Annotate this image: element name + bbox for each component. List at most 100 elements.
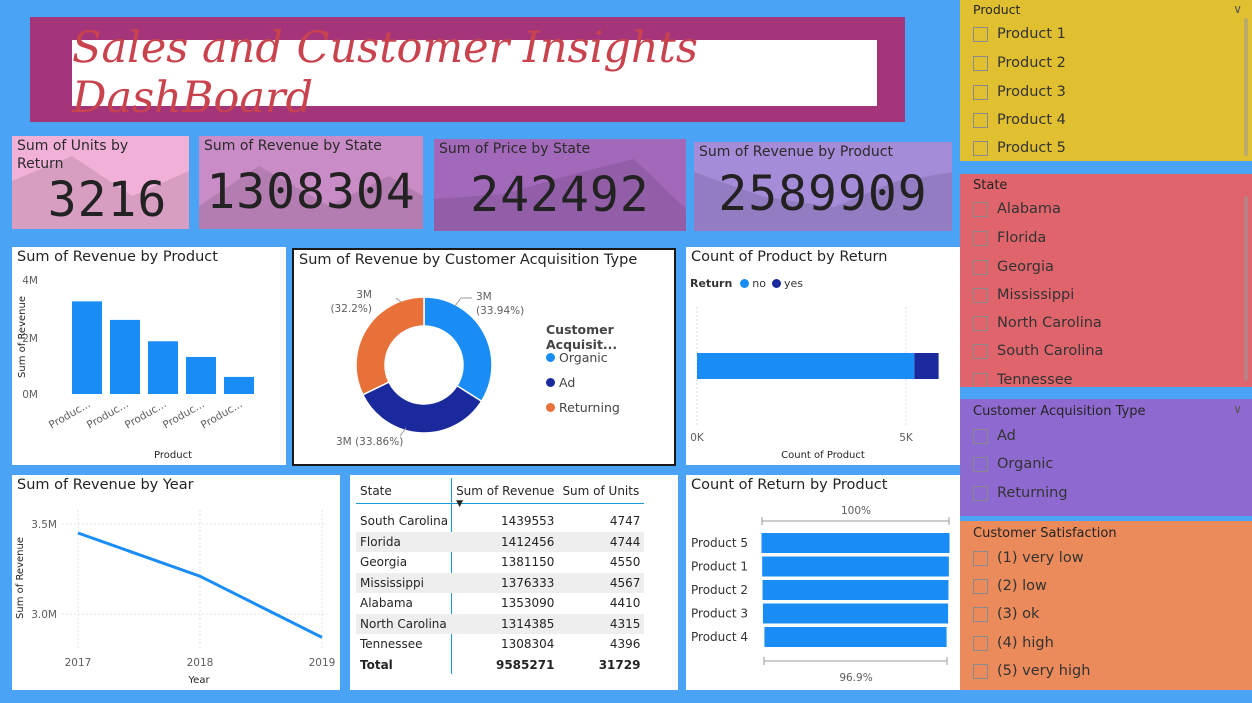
slicer-item-label: (3) ok <box>997 606 1040 622</box>
column-header-units[interactable]: Sum of Units <box>558 479 645 504</box>
checkbox[interactable] <box>973 84 988 100</box>
legend-item[interactable]: Returning <box>546 395 620 420</box>
state-revenue-table[interactable]: State Sum of Revenue ▼ Sum of Units South… <box>350 475 678 690</box>
scrollbar[interactable] <box>1244 18 1248 156</box>
slicer-item-product-2[interactable]: Product 2 <box>973 52 1066 74</box>
checkbox[interactable] <box>973 287 988 303</box>
table-row[interactable]: Florida 1412456 4744 <box>356 531 645 552</box>
revenue-by-year-chart[interactable]: Sum of Revenue by Year 3.5M 3.0M Sum of … <box>12 475 340 690</box>
funnel-bar[interactable] <box>762 556 949 577</box>
revenue-by-product-chart[interactable]: Sum of Revenue by Product 4M 2M 0M Sum o… <box>12 247 286 465</box>
checkbox[interactable] <box>973 372 988 387</box>
table-row[interactable]: Georgia 1381150 4550 <box>356 552 644 573</box>
count-by-return-chart[interactable]: Count of Product by Return Return no yes… <box>686 247 960 465</box>
funnel-bar[interactable] <box>762 580 949 600</box>
slicer-item-label: Georgia <box>997 259 1054 275</box>
kpi-card-revenue-by-product[interactable]: Sum of Revenue by Product 2589909 <box>694 142 952 231</box>
kpi-card-price-by-state[interactable]: Sum of Price by State 242492 <box>434 139 686 231</box>
table-row[interactable]: Mississippi 1376333 4567 <box>356 572 645 593</box>
slicer-item-low[interactable]: (2) low <box>973 575 1047 597</box>
table-row[interactable]: North Carolina 1314385 4315 <box>356 613 645 634</box>
checkbox[interactable] <box>973 606 988 622</box>
bar-segment-yes[interactable] <box>914 353 939 379</box>
x-axis-title: Count of Product <box>781 450 865 461</box>
slicer-item-alabama[interactable]: Alabama <box>973 198 1061 220</box>
product-slicer[interactable]: Product ∨ Product 1 Product 2 Product 3 … <box>960 0 1252 161</box>
funnel-bar[interactable] <box>762 603 949 624</box>
slicer-item-product-1[interactable]: Product 1 <box>973 23 1066 45</box>
slicer-item-label: Product 4 <box>997 112 1066 128</box>
checkbox[interactable] <box>973 428 988 444</box>
column-header-revenue[interactable]: Sum of Revenue ▼ <box>452 479 559 509</box>
checkbox[interactable] <box>973 26 988 42</box>
bar[interactable] <box>148 341 178 394</box>
slicer-item-returning[interactable]: Returning <box>973 482 1068 504</box>
state-slicer[interactable]: State Alabama Florida Georgia Mississipp… <box>960 174 1252 387</box>
cell-revenue: 1412456 <box>452 531 559 552</box>
slicer-item-product-4[interactable]: Product 4 <box>973 109 1066 131</box>
kpi-card-revenue-by-state[interactable]: Sum of Revenue by State 1308304 <box>199 136 423 229</box>
chevron-down-icon[interactable]: ∨ <box>1233 2 1242 16</box>
slicer-item-tennessee[interactable]: Tennessee <box>973 369 1073 387</box>
kpi-card-units-by-return[interactable]: Sum of Units by Return 3216 <box>12 136 189 229</box>
checkbox[interactable] <box>973 663 988 679</box>
checkbox[interactable] <box>973 485 988 501</box>
bar[interactable] <box>72 301 102 394</box>
slicer-item-mississippi[interactable]: Mississippi <box>973 284 1074 306</box>
slicer-item-product-5[interactable]: Product 5 <box>973 137 1066 159</box>
bar[interactable] <box>224 376 254 394</box>
legend-item[interactable]: Organic <box>546 345 620 370</box>
column-header-state[interactable]: State <box>356 479 453 504</box>
scrollbar[interactable] <box>1244 196 1248 381</box>
checkbox[interactable] <box>973 635 988 651</box>
bar-segment-no[interactable] <box>697 353 915 379</box>
table-row[interactable]: Tennessee 1308304 4396 <box>356 634 644 655</box>
checkbox[interactable] <box>973 578 988 594</box>
checkbox[interactable] <box>973 550 988 566</box>
funnel-bar[interactable] <box>764 627 947 647</box>
y-axis-title: Sum of Revenue <box>17 296 28 378</box>
acquisition-donut-chart[interactable]: Sum of Revenue by Customer Acquisition T… <box>292 248 676 466</box>
slicer-item-georgia[interactable]: Georgia <box>973 256 1054 278</box>
line-chart-plot: 3.5M 3.0M Sum of Revenue 2017 2018 2019 … <box>15 510 335 686</box>
slicer-title: Product <box>973 2 1021 17</box>
checkbox[interactable] <box>973 230 988 246</box>
checkbox[interactable] <box>973 201 988 217</box>
cell-state: Georgia <box>360 555 408 570</box>
slicer-item-high[interactable]: (4) high <box>973 632 1054 654</box>
legend-item[interactable]: Ad <box>546 370 620 395</box>
slicer-item-very-low[interactable]: (1) very low <box>973 547 1084 569</box>
table-row[interactable]: South Carolina 1439553 4747 <box>356 511 644 532</box>
checkbox[interactable] <box>973 315 988 331</box>
slicer-item-ad[interactable]: Ad <box>973 425 1016 447</box>
checkbox[interactable] <box>973 259 988 275</box>
checkbox[interactable] <box>973 456 988 472</box>
x-tick-label: 5K <box>899 432 914 444</box>
column-header-label: Sum of Revenue <box>456 483 555 498</box>
acquisition-slicer[interactable]: Customer Acquisition Type ∨ Ad Organic R… <box>960 399 1252 516</box>
slicer-item-organic[interactable]: Organic <box>973 453 1053 475</box>
checkbox[interactable] <box>973 55 988 71</box>
x-tick-label: Produc... <box>47 398 93 431</box>
legend-swatch <box>546 403 555 412</box>
slicer-item-very-high[interactable]: (5) very high <box>973 660 1090 682</box>
checkbox[interactable] <box>973 112 988 128</box>
satisfaction-slicer[interactable]: Customer Satisfaction (1) very low (2) l… <box>960 521 1252 690</box>
slicer-item-florida[interactable]: Florida <box>973 227 1046 249</box>
cell-total-label: Total <box>360 657 393 672</box>
chevron-down-icon[interactable]: ∨ <box>1233 402 1242 416</box>
slicer-item-north-carolina[interactable]: North Carolina <box>973 312 1102 334</box>
checkbox[interactable] <box>973 343 988 359</box>
slicer-item-product-3[interactable]: Product 3 <box>973 81 1066 103</box>
bar[interactable] <box>186 356 216 394</box>
return-by-product-chart[interactable]: Count of Return by Product 100% 96.9% Pr… <box>686 475 960 690</box>
donut-slice[interactable] <box>361 381 483 434</box>
legend-swatch <box>546 353 555 362</box>
checkbox[interactable] <box>973 140 988 156</box>
slicer-item-south-carolina[interactable]: South Carolina <box>973 340 1103 362</box>
table-row[interactable]: Alabama 1353090 4410 <box>356 593 644 614</box>
funnel-bar[interactable] <box>761 533 950 553</box>
bar[interactable] <box>110 319 140 394</box>
slicer-item-ok[interactable]: (3) ok <box>973 603 1039 625</box>
cell-units: 4396 <box>609 637 641 652</box>
